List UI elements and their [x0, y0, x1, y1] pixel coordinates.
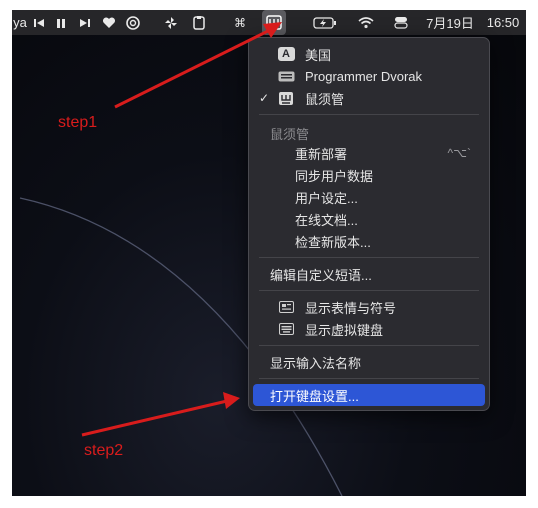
step2-arrow-head: [223, 392, 240, 409]
desktop: ya ⌘ 7月19日 16:50 A 美国 Programmer Dvorak …: [12, 10, 526, 496]
step1-label: step1: [58, 114, 98, 131]
step1-arrow: [114, 28, 271, 109]
step2-label: step2: [84, 442, 124, 459]
step2-arrow: [81, 399, 228, 437]
step1-arrow-head: [263, 22, 282, 38]
annotation-arrows: [81, 22, 282, 437]
